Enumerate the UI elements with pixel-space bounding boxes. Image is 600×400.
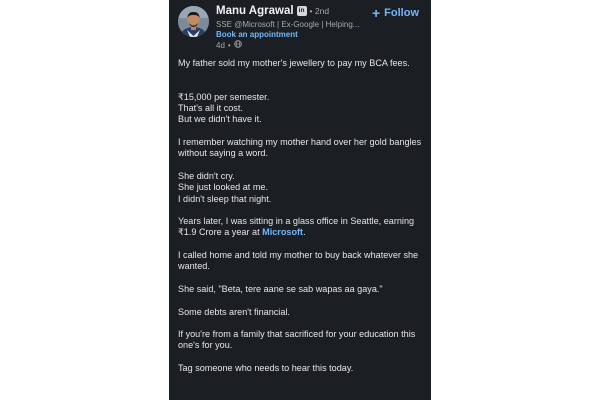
author-headline: SSE @Microsoft | Ex-Google | Helping... — [216, 20, 360, 29]
post-meta: 4d • — [216, 40, 242, 50]
book-appointment-link[interactable]: Book an appointment — [216, 30, 298, 39]
avatar[interactable] — [178, 6, 209, 37]
meta-separator: • — [227, 40, 231, 50]
author-row: Manu Agrawal in • 2nd — [216, 5, 329, 17]
post-header: Manu Agrawal in • 2nd + Follow SSE @Micr… — [169, 0, 431, 52]
post-paragraph: Some debts aren't financial. — [178, 306, 290, 317]
post-text: . — [303, 227, 306, 238]
post-time: 4d — [216, 40, 225, 50]
avatar-photo — [178, 6, 209, 37]
post-paragraph: I called home and told my mother to buy … — [178, 250, 419, 272]
linkedin-badge-icon: in — [296, 6, 307, 16]
post-paragraph: If you're from a family that sacrificed … — [178, 329, 416, 351]
company-mention-link[interactable]: Microsoft — [262, 227, 303, 237]
post-line: But we didn't have it. — [178, 114, 262, 125]
connection-degree: • 2nd — [309, 6, 330, 16]
author-name[interactable]: Manu Agrawal — [216, 5, 294, 17]
post-paragraph: My father sold my mother's jewellery to … — [178, 58, 410, 68]
post-card: Manu Agrawal in • 2nd + Follow SSE @Micr… — [169, 0, 431, 400]
post-body: My father sold my mother's jewellery to … — [178, 58, 424, 374]
post-line: She didn't cry. — [178, 170, 235, 181]
post-line: I didn't sleep that night. — [178, 193, 272, 204]
post-line: She just looked at me. — [178, 182, 268, 193]
plus-icon: + — [371, 5, 381, 21]
post-paragraph: I remember watching my mother hand over … — [178, 137, 422, 159]
post-line: That's all it cost. — [178, 103, 243, 114]
post-paragraph: She said, "Beta, tere aane se sab wapas … — [178, 283, 383, 294]
post-line: ₹15,000 per semester. — [178, 91, 270, 102]
globe-icon — [233, 40, 242, 50]
post-paragraph: Years later, I was sitting in a glass of… — [178, 216, 424, 239]
follow-button[interactable]: + Follow — [372, 6, 419, 20]
post-paragraph: Tag someone who needs to hear this today… — [178, 363, 354, 374]
follow-label: Follow — [384, 7, 419, 19]
